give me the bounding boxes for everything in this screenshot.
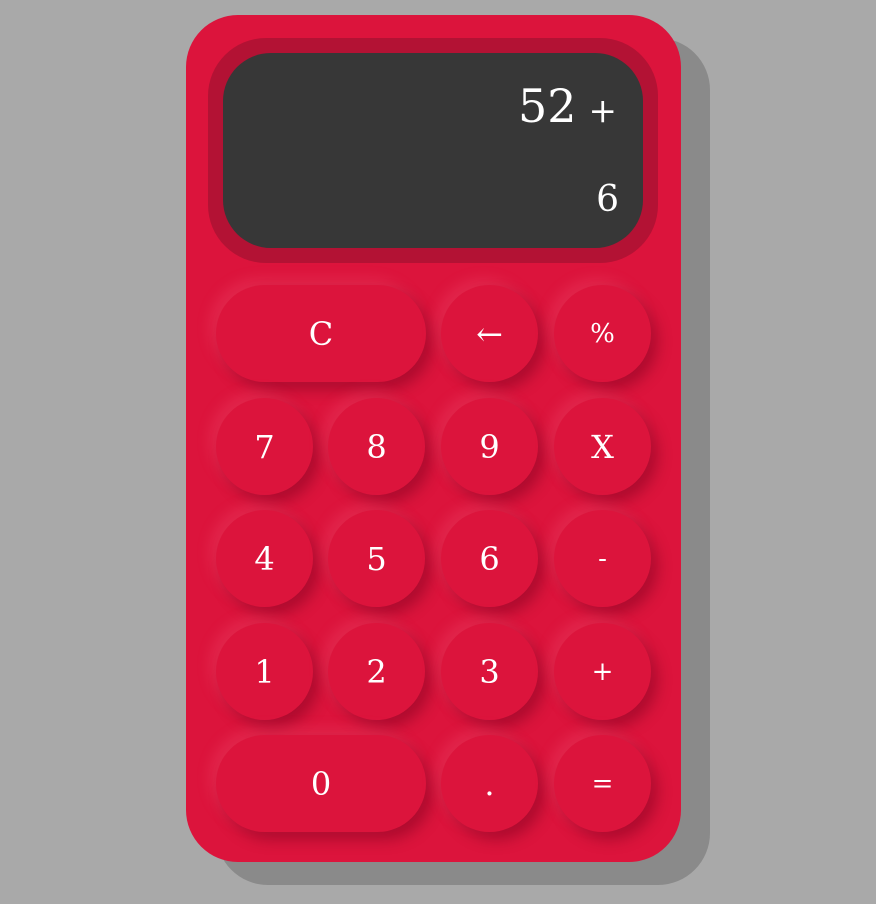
previous-operand: 52	[517, 79, 577, 133]
digit-8-button[interactable]: 8	[328, 398, 425, 495]
percent-button[interactable]: %	[554, 285, 651, 382]
calculator: 52 + 6 C ← % 7 8 9 X 4 5 6 - 1 2 3 + 0 .…	[186, 15, 681, 862]
digit-4-button[interactable]: 4	[216, 510, 313, 607]
equals-button[interactable]: =	[554, 735, 651, 832]
digit-3-button[interactable]: 3	[441, 623, 538, 720]
previous-operation: 52 +	[518, 79, 617, 133]
decimal-button[interactable]: .	[441, 735, 538, 832]
backspace-button[interactable]: ←	[441, 285, 538, 382]
digit-1-button[interactable]: 1	[216, 623, 313, 720]
clear-button[interactable]: C	[216, 285, 426, 382]
digit-7-button[interactable]: 7	[216, 398, 313, 495]
current-operand: 6	[596, 179, 619, 220]
digit-6-button[interactable]: 6	[441, 510, 538, 607]
digit-5-button[interactable]: 5	[328, 510, 425, 607]
digit-0-button[interactable]: 0	[216, 735, 426, 832]
digit-9-button[interactable]: 9	[441, 398, 538, 495]
multiply-button[interactable]: X	[554, 398, 651, 495]
subtract-button[interactable]: -	[554, 510, 651, 607]
add-button[interactable]: +	[554, 623, 651, 720]
operator-symbol: +	[588, 91, 618, 131]
digit-2-button[interactable]: 2	[328, 623, 425, 720]
display-frame: 52 + 6	[208, 38, 658, 263]
display: 52 + 6	[223, 53, 643, 248]
